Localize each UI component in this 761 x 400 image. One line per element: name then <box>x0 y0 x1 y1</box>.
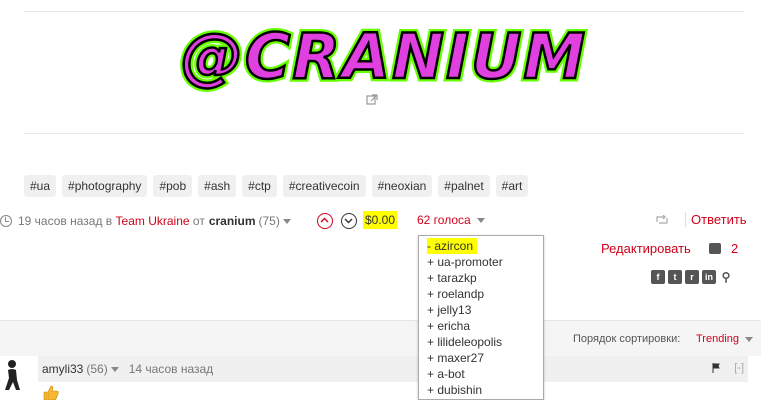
payout-value[interactable]: $0.00 <box>363 211 398 229</box>
voter-item[interactable]: + tarazkp <box>427 270 535 286</box>
tag-creativecoin[interactable]: #creativecoin <box>282 175 366 197</box>
comment-author-dropdown-icon[interactable] <box>110 366 119 372</box>
author-link[interactable]: cranium <box>209 214 256 228</box>
comments-count-value: 2 <box>731 241 739 256</box>
thumbs-up-icon <box>43 385 59 400</box>
post-time[interactable]: 19 часов назад в <box>18 214 112 228</box>
tag-pob[interactable]: #pob <box>153 175 193 197</box>
tag-neoxian[interactable]: #neoxian <box>371 175 433 197</box>
comment-author-reputation: (56) <box>86 362 108 376</box>
voters-dropdown: - azircon + ua-promoter + tarazkp + roel… <box>418 235 544 400</box>
sort-dropdown[interactable]: Trending <box>696 333 754 345</box>
facebook-icon[interactable]: f <box>651 270 665 284</box>
voter-item[interactable]: + roelandp <box>427 286 535 302</box>
twitter-icon[interactable]: t <box>668 270 682 284</box>
voter-item[interactable]: + lilideleopolis <box>427 334 535 350</box>
community-link[interactable]: Team Ukraine <box>116 214 190 228</box>
chevron-down-icon <box>344 218 353 224</box>
commenter-avatar[interactable] <box>0 356 26 392</box>
sort-label: Порядок сортировки: <box>573 333 681 345</box>
downvote-button[interactable] <box>341 213 357 229</box>
voter-item[interactable]: + jelly13 <box>427 302 535 318</box>
tag-ctp[interactable]: #ctp <box>242 175 277 197</box>
share-buttons: f t r in ⚲ <box>651 270 733 284</box>
voter-item[interactable]: - azircon <box>427 238 478 254</box>
author-dropdown-icon[interactable] <box>282 218 291 224</box>
reblog-icon[interactable] <box>656 215 668 225</box>
by-label: от <box>192 214 205 228</box>
cranium-banner-image: @CRANIUM @CRANIUM <box>177 22 588 97</box>
banner-text-outline: @CRANIUM <box>181 22 587 93</box>
flag-icon[interactable] <box>712 363 720 373</box>
external-link-icon[interactable] <box>366 94 378 106</box>
votes-label: 62 голоса <box>417 213 471 227</box>
tag-list: #ua #photography #pob #ash #ctp #creativ… <box>24 175 529 197</box>
tag-photography[interactable]: #photography <box>62 175 148 197</box>
sort-value: Trending <box>696 333 740 345</box>
sort-caret-icon <box>745 336 754 342</box>
author-reputation: (75) <box>258 214 280 228</box>
comment-author[interactable]: amyli33 <box>42 362 83 376</box>
tag-ash[interactable]: #ash <box>198 175 237 197</box>
tag-ua[interactable]: #ua <box>24 175 57 197</box>
comments-count[interactable]: 2 <box>709 241 738 256</box>
comment-item: amyli33 (56) 14 часов назад [-] <box>38 356 748 400</box>
comment-bubble-icon <box>709 243 721 254</box>
reddit-icon[interactable]: r <box>685 270 699 284</box>
top-divider <box>24 11 744 12</box>
voter-item[interactable]: + ua-promoter <box>427 254 535 270</box>
chevron-up-icon <box>320 217 329 223</box>
voter-item[interactable]: + a-bot <box>427 366 535 382</box>
votes-caret-icon <box>477 218 486 224</box>
voter-item[interactable]: + ericha <box>427 318 535 334</box>
upvote-button[interactable] <box>317 213 333 229</box>
comment-header: amyli33 (56) 14 часов назад [-] <box>38 356 748 382</box>
votes-dropdown[interactable]: 62 голоса <box>417 211 486 229</box>
linkedin-icon[interactable]: in <box>702 270 716 284</box>
edit-button[interactable]: Редактировать <box>601 241 691 256</box>
post-meta: 19 часов назад в Team Ukraine от cranium… <box>0 211 291 231</box>
comments-header: Порядок сортировки: Trending <box>0 320 761 356</box>
banner-divider <box>24 133 744 134</box>
reply-button[interactable]: Ответить <box>685 212 747 227</box>
collapse-button[interactable]: [-] <box>734 362 744 374</box>
voter-item[interactable]: + dubishin <box>427 382 535 398</box>
voter-item[interactable]: + maxer27 <box>427 350 535 366</box>
clock-icon <box>0 215 12 227</box>
tag-palnet[interactable]: #palnet <box>438 175 490 197</box>
tag-art[interactable]: #art <box>495 175 529 197</box>
link-icon[interactable]: ⚲ <box>719 270 733 284</box>
comment-time[interactable]: 14 часов назад <box>129 362 213 376</box>
